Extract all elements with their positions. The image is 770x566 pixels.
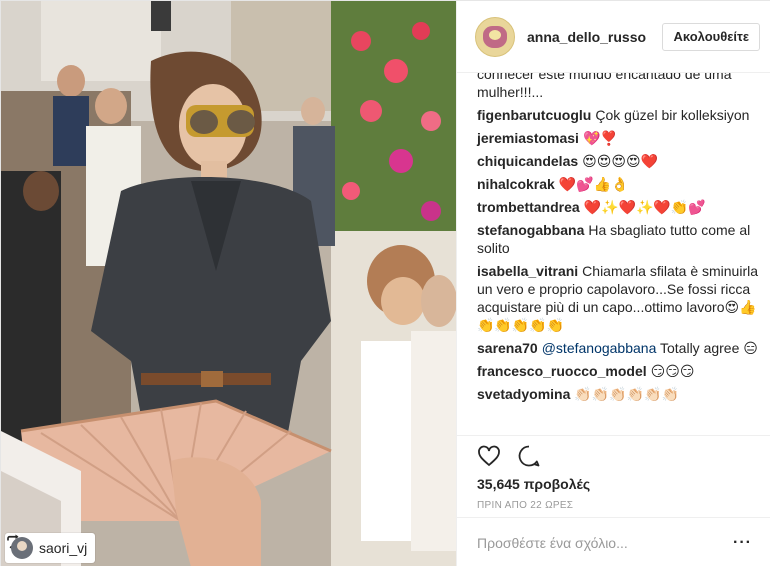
comment-text: 💖❣️ bbox=[582, 130, 618, 146]
comment-text: ❤️💕👍👌 bbox=[558, 176, 629, 192]
comment-username[interactable]: stefanogabbana bbox=[477, 222, 584, 238]
comment-username[interactable]: svetadyomina bbox=[477, 386, 570, 402]
profile-username[interactable]: anna_dello_russo bbox=[527, 29, 662, 45]
comment-item: jeremiastomasi 💖❣️ bbox=[477, 129, 758, 147]
heart-icon[interactable] bbox=[477, 444, 501, 468]
view-count: 35,645 προβολές bbox=[477, 476, 591, 492]
comments-container: figenbarutcuoglu Çok güzel bir kolleksiyo… bbox=[477, 106, 758, 403]
comment-text: 👏🏻👏🏻👏🏻👏🏻👏🏻👏🏻 bbox=[574, 386, 679, 402]
comment-username[interactable]: chiquicandelas bbox=[477, 153, 578, 169]
comment-item: chiquicandelas 😍😍😍😍❤️ bbox=[477, 152, 758, 170]
more-options-icon[interactable]: ··· bbox=[733, 534, 752, 552]
comment-username[interactable]: trombettandrea bbox=[477, 199, 580, 215]
comment-username[interactable]: francesco_ruocco_model bbox=[477, 363, 647, 379]
comment-item: figenbarutcuoglu Çok güzel bir kolleksiyo… bbox=[477, 106, 758, 124]
comment-text: 😍😍😍😍❤️ bbox=[582, 153, 658, 169]
add-comment-bar: Προσθέστε ένα σχόλιο... ··· bbox=[457, 517, 770, 566]
runway-photo bbox=[1, 1, 456, 566]
comment-username[interactable]: nihalcokrak bbox=[477, 176, 555, 192]
post-window: saori_vj anna_dello_russo Ακολουθείτε co… bbox=[0, 0, 770, 566]
post-sidebar: anna_dello_russo Ακολουθείτε conhecer es… bbox=[456, 1, 770, 566]
caption-text: conhecer este mundo encantado de uma mul… bbox=[477, 73, 732, 100]
post-timestamp[interactable]: ΠΡΙΝ ΑΠΟ 22 ΩΡΕΣ bbox=[477, 500, 752, 511]
comment-text: ❤️✨❤️✨❤️👏💕 bbox=[583, 199, 706, 215]
regram-username[interactable]: saori_vj bbox=[39, 540, 87, 556]
profile-avatar[interactable] bbox=[475, 16, 515, 57]
post-header: anna_dello_russo Ακολουθείτε bbox=[457, 1, 770, 73]
post-actions: 35,645 προβολές ΠΡΙΝ ΑΠΟ 22 ΩΡΕΣ bbox=[457, 435, 770, 511]
regram-avatar bbox=[11, 537, 33, 559]
comment-text: Totally agree 😑 bbox=[660, 340, 758, 356]
comment-item: sarena70 @stefanogabbana Totally agree 😑 bbox=[477, 339, 758, 357]
comment-item: isabella_vitrani Chiamarla sfilata è smin… bbox=[477, 262, 758, 334]
comment-username[interactable]: isabella_vitrani bbox=[477, 263, 578, 279]
post-media[interactable]: saori_vj bbox=[1, 1, 456, 566]
comment-username[interactable]: figenbarutcuoglu bbox=[477, 107, 591, 123]
comment-username[interactable]: sarena70 bbox=[477, 340, 538, 356]
comment-item: stefanogabbana Ha sbagliato tutto come al… bbox=[477, 221, 758, 257]
comment-mention[interactable]: @stefanogabbana bbox=[542, 340, 657, 356]
comment-username[interactable]: jeremiastomasi bbox=[477, 130, 579, 146]
comment-item: svetadyomina 👏🏻👏🏻👏🏻👏🏻👏🏻👏🏻 bbox=[477, 385, 758, 403]
comment-text: Çok güzel bir kolleksiyon bbox=[595, 107, 750, 123]
comment-input[interactable]: Προσθέστε ένα σχόλιο... bbox=[477, 535, 733, 551]
action-icons bbox=[477, 442, 752, 470]
comment-item: francesco_ruocco_model 😏😏😏 bbox=[477, 362, 758, 380]
comment-bubble-icon[interactable] bbox=[517, 444, 541, 468]
following-button[interactable]: Ακολουθείτε bbox=[662, 22, 760, 51]
comment-item: trombettandrea ❤️✨❤️✨❤️👏💕 bbox=[477, 198, 758, 216]
comment-text: 😏😏😏 bbox=[650, 363, 695, 379]
comment-item: nihalcokrak ❤️💕👍👌 bbox=[477, 175, 758, 193]
regram-badge[interactable]: saori_vj bbox=[5, 533, 96, 563]
comments-list[interactable]: conhecer este mundo encantado de uma mul… bbox=[457, 73, 770, 435]
